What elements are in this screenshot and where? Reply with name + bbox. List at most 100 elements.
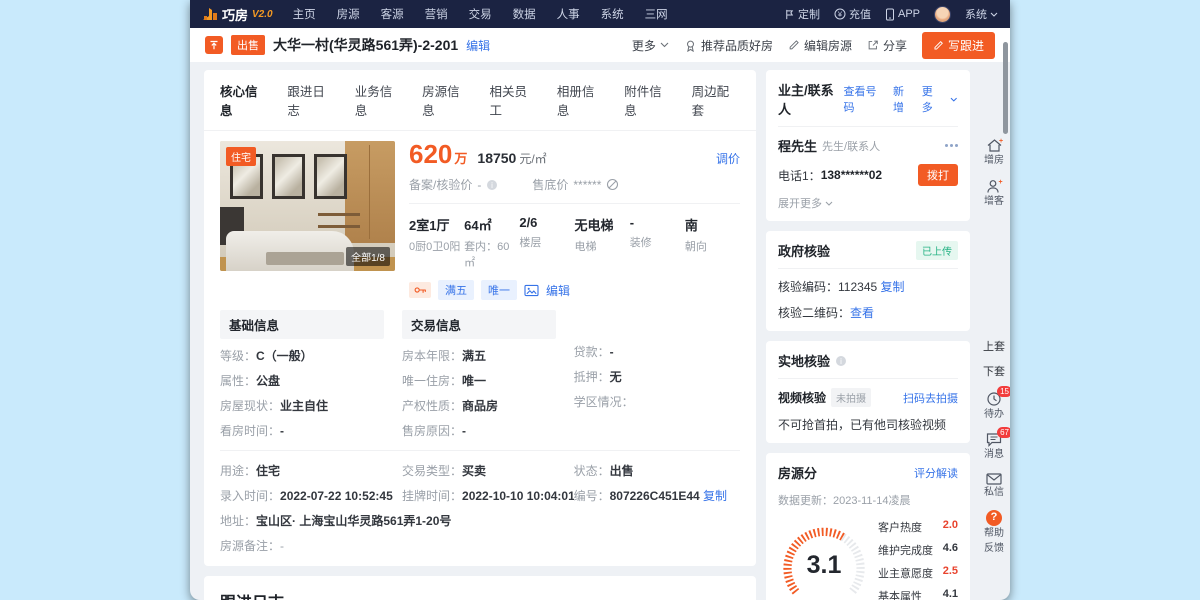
tab-business-info[interactable]: 业务信息 <box>355 81 403 119</box>
recommend-quality-button[interactable]: 推荐品质好房 <box>684 37 773 54</box>
score-header: 房源分 <box>778 466 818 481</box>
key-available-tag[interactable] <box>409 282 431 298</box>
award-icon <box>686 40 694 52</box>
key-icon <box>414 287 426 293</box>
tab-surroundings[interactable]: 周边配套 <box>692 81 740 119</box>
tab-related-staff[interactable]: 相关员工 <box>490 81 538 119</box>
tab-album-info[interactable]: 相册信息 <box>557 81 605 119</box>
pin-top-icon[interactable] <box>205 36 223 54</box>
photo-shelf <box>318 213 360 216</box>
photo-count-label[interactable]: 全部1/8 <box>346 247 390 266</box>
photo-bed <box>226 231 354 271</box>
metric-row: 维护完成度 4.6 <box>878 542 958 557</box>
tab-attachment-info[interactable]: 附件信息 <box>624 81 672 119</box>
house-plus-icon: + <box>987 138 1003 152</box>
flag-icon <box>786 9 794 19</box>
owner-header: 业主/联系人 <box>778 83 834 117</box>
next-listing-button[interactable]: 下套 <box>983 366 1005 380</box>
private-message-button[interactable]: 私信 <box>984 472 1004 500</box>
todo-button[interactable]: 15 待办 <box>984 385 1010 422</box>
menu-item-house[interactable]: 房源 <box>337 6 360 22</box>
total-price: 620 <box>409 139 453 169</box>
app-button[interactable]: APP <box>885 8 920 21</box>
tab-followup-log[interactable]: 跟进日志 <box>287 81 335 119</box>
add-house-button[interactable]: + 增房 <box>984 138 1004 168</box>
add-client-button[interactable]: + 增客 <box>984 179 1004 209</box>
share-icon <box>868 40 878 50</box>
tab-core-info[interactable]: 核心信息 <box>220 81 268 119</box>
expand-more[interactable]: 展开更多 <box>778 195 958 211</box>
info-row: 房屋现状：业主自住 <box>220 399 329 413</box>
menu-item-hr[interactable]: 人事 <box>557 6 580 22</box>
copy-verify-code-link[interactable]: 复制 <box>881 278 905 295</box>
photo-frame <box>272 154 305 199</box>
score-explain-link[interactable]: 评分解读 <box>914 465 958 481</box>
tag-only-house[interactable]: 唯一 <box>481 280 517 300</box>
copy-code-link[interactable]: 复制 <box>703 489 727 503</box>
chevron-down-icon <box>825 201 833 206</box>
owner-role: 先生/联系人 <box>822 140 881 153</box>
menu-item-threenet[interactable]: 三网 <box>645 6 668 22</box>
svg-text:i: i <box>840 356 842 365</box>
metric-row: 基本属性 4.1 <box>878 588 958 600</box>
edge-toolbar: + 增房 + 增客 上套 下套 15 待办 67 消息 私信 ? 帮助 反馈 <box>979 138 1010 566</box>
info-row: 看房时间：- <box>220 424 285 438</box>
owner-more-link[interactable]: 更多 <box>922 83 943 115</box>
call-button[interactable]: 拨打 <box>918 164 958 186</box>
help-feedback-button[interactable]: ? 帮助 反馈 <box>984 510 1004 555</box>
photo-blanket <box>266 252 344 265</box>
prev-listing-button[interactable]: 上套 <box>983 341 1005 355</box>
top-navbar: 巧房 V2.0 主页 房源 客源 营销 交易 数据 人事 系统 三网 定制 ¥ … <box>190 0 1010 28</box>
system-menu[interactable]: 系统 <box>965 6 998 22</box>
write-followup-button[interactable]: 写跟进 <box>921 31 995 59</box>
info-row: 挂牌时间：2022-10-10 10:04:01 历史 <box>402 489 574 503</box>
tag-full-five[interactable]: 满五 <box>438 280 474 300</box>
menu-item-system[interactable]: 系统 <box>601 6 624 22</box>
total-price-unit: 万 <box>454 151 468 166</box>
adjust-price-link[interactable]: 调价 <box>716 150 740 167</box>
view-numbers-link[interactable]: 查看号码 <box>843 83 884 115</box>
verify-code-label: 核验编码： <box>778 280 839 294</box>
add-contact-link[interactable]: 新增 <box>893 83 914 115</box>
tab-house-info[interactable]: 房源信息 <box>422 81 470 119</box>
photo-frame <box>314 154 347 199</box>
menu-item-home[interactable]: 主页 <box>293 6 316 22</box>
spec-orientation: 南 <box>684 218 698 233</box>
info-row: 状态：出售 <box>573 464 634 478</box>
brand-version: V2.0 <box>252 8 273 20</box>
menu-item-marketing[interactable]: 营销 <box>425 6 448 22</box>
house-score-card: 房源分 评分解读 数据更新：2023-11-14凌晨 3.1 客户热度2.0 <box>766 453 970 600</box>
unit-price-unit: 元/㎡ <box>519 152 547 166</box>
info-icon[interactable]: i <box>835 355 847 367</box>
recharge-button[interactable]: ¥ 充值 <box>834 6 871 22</box>
phone-label: 电话1： <box>778 168 821 183</box>
eye-off-icon[interactable] <box>606 178 619 191</box>
owner-contact-card: 业主/联系人 查看号码 新增 更多 程先生 先生/联系人 电话1： 138***… <box>766 70 970 221</box>
view-qr-link[interactable]: 查看 <box>850 304 874 321</box>
not-filmed-badge: 未拍摄 <box>831 388 872 407</box>
scrollbar-thumb[interactable] <box>1003 42 1008 134</box>
floor-price-label: 售底价 <box>532 178 569 192</box>
info-row: 录入时间：2022-07-22 10:52:45 <box>220 489 393 503</box>
more-dropdown[interactable]: 更多 <box>632 37 669 54</box>
score-updated: 数据更新：2023-11-14凌晨 <box>778 495 911 507</box>
property-photo[interactable]: 住宅 全部1/8 <box>220 141 395 271</box>
customize-button[interactable]: 定制 <box>784 6 820 22</box>
spec-edit-link[interactable]: 编辑 <box>546 282 570 299</box>
spec-area: 64㎡ <box>464 218 492 233</box>
user-avatar[interactable] <box>934 5 951 23</box>
title-edit-link[interactable]: 编辑 <box>466 37 490 54</box>
messages-button[interactable]: 67 消息 <box>984 427 1010 462</box>
info-icon[interactable]: i <box>486 179 498 191</box>
owner-actions-icon[interactable] <box>945 144 958 147</box>
menu-item-deal[interactable]: 交易 <box>469 6 492 22</box>
share-button[interactable]: 分享 <box>867 37 907 54</box>
menu-item-client[interactable]: 客源 <box>381 6 404 22</box>
menu-item-data[interactable]: 数据 <box>513 6 536 22</box>
edit-property-button[interactable]: 编辑房源 <box>788 37 852 54</box>
spec-layout: 2室1厅 <box>409 218 450 233</box>
image-icon[interactable] <box>524 284 539 297</box>
scan-to-film-link[interactable]: 扫码去拍摄 <box>903 390 958 406</box>
svg-text:+: + <box>998 138 1002 145</box>
brand-logo[interactable]: 巧房 V2.0 <box>202 5 273 24</box>
